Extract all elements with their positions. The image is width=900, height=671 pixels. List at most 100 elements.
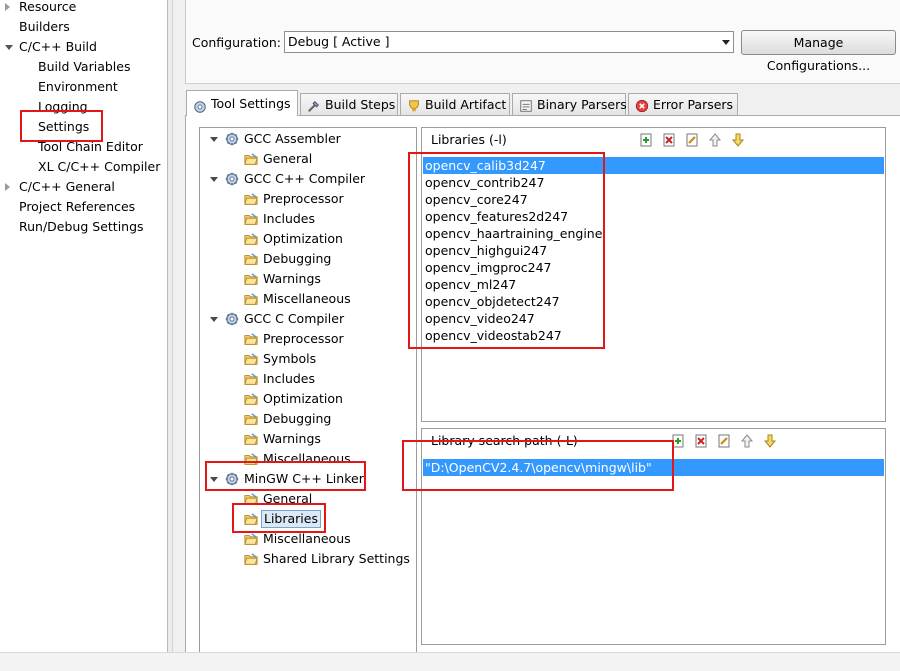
option-folder-icon: [243, 292, 259, 306]
highlight-box-search-path: [402, 440, 674, 491]
tree-option-node[interactable]: General: [200, 149, 416, 169]
binary-parsers-icon: [519, 98, 533, 112]
tree-node-label: Debugging: [263, 251, 332, 266]
tab-tool-settings[interactable]: Tool Settings: [186, 90, 298, 116]
tab-build-artifact[interactable]: Build Artifact: [400, 93, 510, 115]
tree-option-node[interactable]: Warnings: [200, 429, 416, 449]
expand-open-icon[interactable]: [210, 177, 218, 182]
tree-option-node[interactable]: Symbols: [200, 349, 416, 369]
option-folder-icon: [243, 392, 259, 406]
tab-label: Error Parsers: [653, 97, 734, 112]
nav-item-resource[interactable]: Resource: [5, 0, 77, 17]
configuration-label: Configuration:: [192, 35, 281, 50]
option-folder-icon: [243, 332, 259, 346]
expand-open-icon[interactable]: [210, 317, 218, 322]
tree-node-label: Includes: [263, 371, 316, 386]
nav-item-c-c-general[interactable]: C/C++ General: [5, 177, 115, 197]
move-down-icon[interactable]: [762, 433, 778, 449]
gear-icon: [225, 132, 239, 146]
tab-error-parsers[interactable]: Error Parsers: [628, 93, 738, 115]
option-folder-icon: [243, 252, 259, 266]
highlight-box-libraries: [408, 152, 605, 349]
nav-item-label: C/C++ General: [19, 179, 115, 194]
tool-settings-tree: GCC Assembler General GCC C++ Compiler Prep…: [199, 127, 417, 670]
nav-item-label: Resource: [19, 0, 77, 14]
tree-node-label: Warnings: [263, 271, 321, 286]
tree-tool-node[interactable]: GCC C Compiler: [200, 309, 416, 329]
expand-open-icon[interactable]: [210, 137, 218, 142]
tree-option-node[interactable]: Preprocessor: [200, 329, 416, 349]
nav-item-xl-c-c-compiler[interactable]: XL C/C++ Compiler: [38, 157, 160, 177]
option-folder-icon: [243, 192, 259, 206]
nav-item-run-debug-settings[interactable]: Run/Debug Settings: [19, 217, 144, 237]
add-icon[interactable]: [638, 132, 654, 148]
tree-option-node[interactable]: Optimization: [200, 389, 416, 409]
tree-option-node[interactable]: Preprocessor: [200, 189, 416, 209]
gear-icon: [225, 312, 239, 326]
tree-option-node[interactable]: Includes: [200, 369, 416, 389]
delete-icon[interactable]: [661, 132, 677, 148]
move-up-icon[interactable]: [707, 132, 723, 148]
nav-item-label: Project References: [19, 199, 136, 214]
nav-item-project-references[interactable]: Project References: [19, 197, 135, 217]
tree-option-node[interactable]: Optimization: [200, 229, 416, 249]
tree-option-node[interactable]: Warnings: [200, 269, 416, 289]
edit-icon[interactable]: [716, 433, 732, 449]
configuration-value: Debug [ Active ]: [288, 34, 390, 49]
move-up-icon[interactable]: [739, 433, 755, 449]
tree-option-node[interactable]: Includes: [200, 209, 416, 229]
nav-item-build-variables[interactable]: Build Variables: [38, 57, 130, 77]
edit-icon[interactable]: [684, 132, 700, 148]
tool-settings-icon: [193, 97, 207, 113]
configuration-select[interactable]: Debug [ Active ]: [284, 31, 734, 53]
highlight-box-linker: [205, 461, 366, 491]
gear-icon: [225, 172, 239, 186]
option-folder-icon: [243, 532, 259, 546]
libraries-title: Libraries (-l): [431, 132, 507, 147]
option-folder-icon: [243, 272, 259, 286]
highlight-box-settings: [20, 110, 103, 142]
option-folder-icon: [243, 372, 259, 386]
nav-item-label: XL C/C++ Compiler: [38, 159, 161, 174]
tree-node-label: Preprocessor: [263, 331, 344, 346]
tree-node-label: Miscellaneous: [263, 291, 351, 306]
build-steps-icon: [307, 98, 321, 112]
option-folder-icon: [243, 412, 259, 426]
nav-item-c-c-build[interactable]: C/C++ Build: [5, 37, 97, 57]
tree-node-label: General: [263, 151, 313, 166]
move-down-icon[interactable]: [730, 132, 746, 148]
bottom-button-bar: [0, 652, 900, 671]
tab-label: Binary Parsers: [537, 97, 627, 112]
tab-label: Tool Settings: [211, 96, 291, 111]
expand-closed-icon[interactable]: [5, 3, 10, 11]
tree-tool-node[interactable]: GCC C++ Compiler: [200, 169, 416, 189]
chevron-down-icon: [722, 40, 730, 45]
tree-option-node[interactable]: Miscellaneous: [200, 289, 416, 309]
highlight-box-libraries-node: [232, 503, 326, 533]
option-folder-icon: [243, 432, 259, 446]
build-artifact-icon: [407, 98, 421, 112]
tab-binary-parsers[interactable]: Binary Parsers: [512, 93, 627, 115]
panel-splitter[interactable]: [168, 0, 173, 670]
tab-label: Build Steps: [325, 97, 396, 112]
tree-node-label: GCC C Compiler: [244, 311, 345, 326]
nav-item-builders[interactable]: Builders: [19, 17, 70, 37]
expand-closed-icon[interactable]: [5, 183, 10, 191]
manage-configurations-button[interactable]: Manage Configurations...: [741, 30, 896, 73]
tree-node-label: Shared Library Settings: [263, 551, 410, 566]
nav-item-label: Environment: [38, 79, 118, 94]
tree-node-label: Preprocessor: [263, 191, 344, 206]
tree-node-label: Symbols: [263, 351, 317, 366]
expand-open-icon[interactable]: [5, 45, 13, 50]
tree-option-node[interactable]: Debugging: [200, 249, 416, 269]
tree-node-label: GCC Assembler: [244, 131, 341, 146]
tab-build-steps[interactable]: Build Steps: [300, 93, 398, 115]
tree-tool-node[interactable]: GCC Assembler: [200, 129, 416, 149]
option-folder-icon: [243, 152, 259, 166]
property-navigation: Resource Builders C/C++ Build Build Variabl…: [0, 0, 168, 670]
nav-item-environment[interactable]: Environment: [38, 77, 118, 97]
delete-icon[interactable]: [693, 433, 709, 449]
option-folder-icon: [243, 232, 259, 246]
tree-option-node[interactable]: Debugging: [200, 409, 416, 429]
tree-option-node[interactable]: Shared Library Settings: [200, 549, 416, 569]
